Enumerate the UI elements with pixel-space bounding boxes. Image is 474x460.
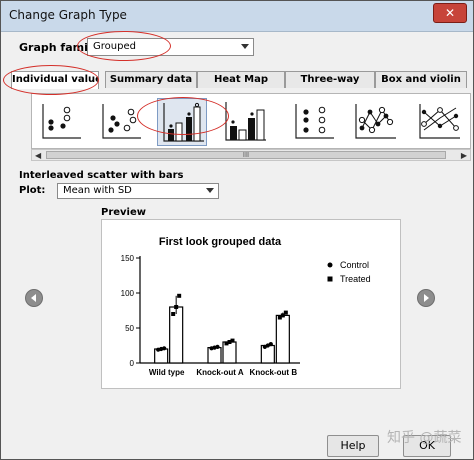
data-point [268,342,273,347]
gallery-scrollbar[interactable]: ◀ III ▶ [31,149,471,161]
preview-label: Preview [101,207,147,218]
legend-label-treated: Treated [340,274,371,284]
y-tick-label: 100 [121,289,135,298]
data-point [215,344,220,349]
tab-box-and-violin[interactable]: Box and violin [375,71,467,88]
before-after-icon[interactable] [414,98,464,146]
graph-type-name: Interleaved scatter with bars [19,170,184,181]
preview-panel: First look grouped data 0 50 100 150 Wild typ… [101,219,401,389]
scroll-left-icon[interactable]: ◀ [35,151,41,160]
x-category-label: Wild type [149,368,185,377]
graph-gallery [31,93,471,149]
chart-title: First look grouped data [159,236,282,248]
data-point [177,293,182,298]
tab-bar: Individual values Summary data Heat Map … [9,71,467,89]
plot-select[interactable]: Mean with SD [57,183,219,199]
interleaved-scatter-bars-icon[interactable] [157,98,207,146]
scatter-spread-icon[interactable] [95,98,145,146]
change-graph-type-dialog: Change Graph Type ✕ Graph family: Groupe… [0,0,474,460]
data-point [162,346,167,351]
next-arrow-icon[interactable] [417,289,435,307]
close-button[interactable]: ✕ [433,3,467,23]
x-category-label: Knock-out A [196,368,243,377]
chevron-down-icon [206,188,214,193]
graph-family-select[interactable]: Grouped [87,38,254,56]
connected-scatter-icon[interactable] [350,98,400,146]
previous-arrow-icon[interactable] [25,289,43,307]
legend-marker [327,262,333,268]
title-bar: Change Graph Type ✕ [1,1,473,32]
watermark: 知乎 @蔬菜 [387,430,462,446]
tab-summary-data[interactable]: Summary data [105,71,197,88]
plot-label: Plot: [19,185,46,196]
preview-chart: First look grouped data 0 50 100 150 Wild typ… [121,236,371,377]
y-tick-label: 0 [130,359,135,368]
window-title: Change Graph Type [9,8,127,22]
column-scatter-icon[interactable] [288,98,338,146]
data-point [283,310,288,315]
x-category-label: Knock-out B [250,368,298,377]
data-point [171,312,176,316]
graph-family-value: Grouped [93,41,136,52]
scatter-icon[interactable] [35,98,85,146]
bar-control [207,346,222,364]
scroll-right-icon[interactable]: ▶ [461,151,467,160]
y-tick-label: 50 [125,324,134,333]
chevron-down-icon [241,44,249,49]
tab-heat-map[interactable]: Heat Map [197,71,285,88]
scrollbar-thumb[interactable]: III [46,151,446,159]
legend-marker [327,276,333,282]
plot-value: Mean with SD [63,185,132,196]
tab-individual-values[interactable]: Individual values [11,71,99,89]
help-button[interactable]: Help [327,435,379,457]
legend-label-control: Control [340,260,369,270]
scatter-bars-icon[interactable] [220,98,270,146]
bar-treated [275,314,290,364]
y-tick-label: 150 [121,254,135,263]
data-point [230,338,235,343]
tab-three-way[interactable]: Three-way [285,71,375,88]
